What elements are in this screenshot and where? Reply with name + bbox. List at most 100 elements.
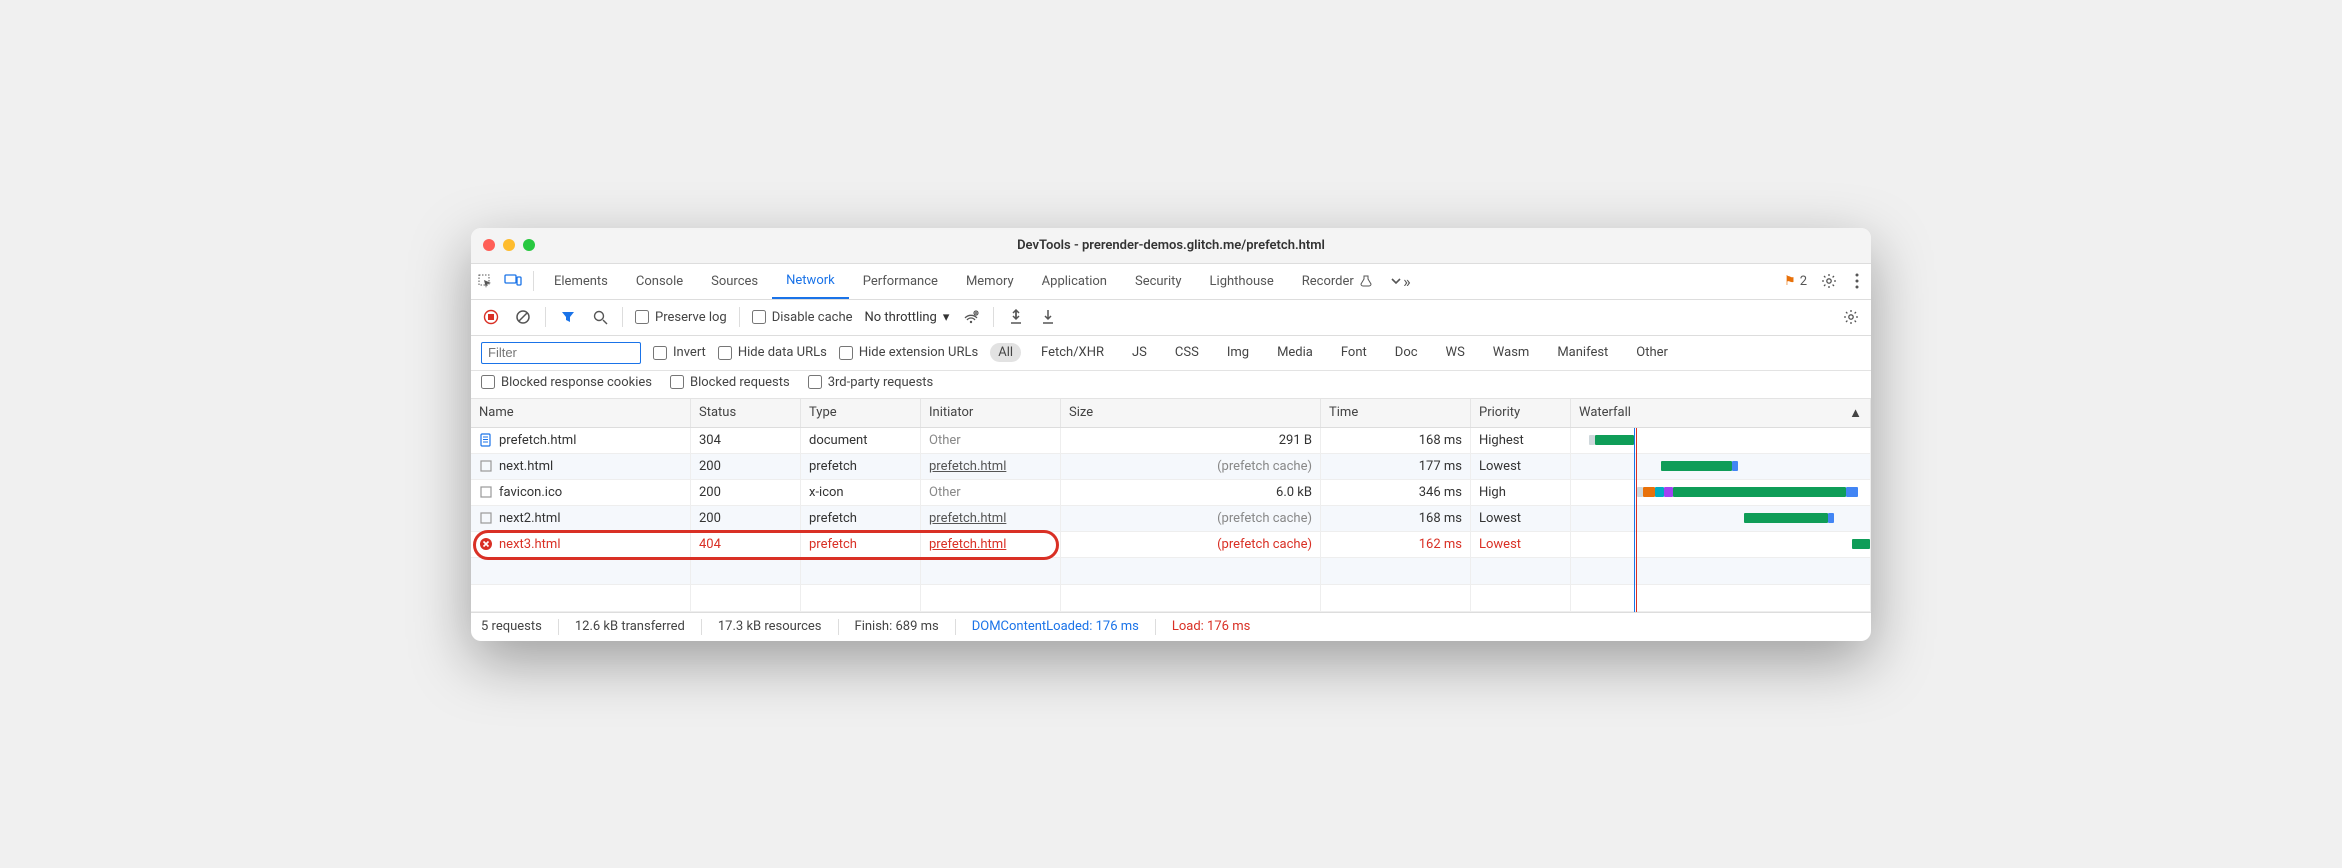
request-initiator[interactable]: prefetch.html — [921, 532, 1061, 557]
hide-data-urls-checkbox[interactable]: Hide data URLs — [718, 345, 827, 360]
blocked-requests-label: Blocked requests — [690, 375, 790, 390]
table-row[interactable]: next2.html200prefetchprefetch.html(prefe… — [471, 506, 1871, 532]
request-initiator[interactable]: prefetch.html — [921, 506, 1061, 531]
request-status: 200 — [691, 506, 801, 531]
panel-settings-icon[interactable] — [1841, 307, 1861, 327]
invert-input[interactable] — [653, 346, 667, 360]
clear-button[interactable] — [513, 307, 533, 327]
network-conditions-icon[interactable] — [961, 307, 981, 327]
type-filter-media[interactable]: Media — [1269, 343, 1321, 362]
blocked-cookies-input[interactable] — [481, 375, 495, 389]
issues-badge[interactable]: ⚑ 2 — [1784, 274, 1807, 289]
table-row[interactable]: next3.html404prefetchprefetch.html(prefe… — [471, 532, 1871, 558]
tab-lighthouse[interactable]: Lighthouse — [1196, 264, 1288, 299]
hide-data-label: Hide data URLs — [738, 345, 827, 360]
request-size: (prefetch cache) — [1061, 454, 1321, 479]
tab-console[interactable]: Console — [622, 264, 697, 299]
record-button[interactable] — [481, 307, 501, 327]
waterfall-cell — [1571, 506, 1871, 531]
request-size: (prefetch cache) — [1061, 532, 1321, 557]
tab-sources[interactable]: Sources — [697, 264, 772, 299]
table-row-empty — [471, 585, 1871, 612]
throttling-select[interactable]: No throttling ▾ — [865, 310, 950, 325]
import-har-icon[interactable] — [1038, 307, 1058, 327]
filter-input[interactable] — [481, 342, 641, 364]
request-type: prefetch — [801, 506, 921, 531]
tab-memory[interactable]: Memory — [952, 264, 1028, 299]
inspect-icon[interactable] — [471, 264, 499, 299]
type-filter-ws[interactable]: WS — [1438, 343, 1473, 362]
tab-performance[interactable]: Performance — [849, 264, 952, 299]
type-filter-wasm[interactable]: Wasm — [1485, 343, 1538, 362]
disable-cache-checkbox[interactable]: Disable cache — [752, 310, 853, 325]
export-har-icon[interactable] — [1006, 307, 1026, 327]
request-priority: Lowest — [1471, 532, 1571, 557]
table-row[interactable]: next.html200prefetchprefetch.html(prefet… — [471, 454, 1871, 480]
devtools-window: DevTools - prerender-demos.glitch.me/pre… — [471, 228, 1871, 641]
blocked-requests-checkbox[interactable]: Blocked requests — [670, 375, 790, 390]
request-initiator[interactable]: prefetch.html — [921, 454, 1061, 479]
type-filter-fetch[interactable]: Fetch/XHR — [1033, 343, 1112, 362]
request-status: 200 — [691, 480, 801, 505]
blocked-cookies-checkbox[interactable]: Blocked response cookies — [481, 375, 652, 390]
col-type[interactable]: Type — [801, 399, 921, 427]
col-time[interactable]: Time — [1321, 399, 1471, 427]
maximize-window-button[interactable] — [523, 239, 535, 251]
col-size[interactable]: Size — [1061, 399, 1321, 427]
table-row[interactable]: favicon.ico200x-iconOther6.0 kB346 msHig… — [471, 480, 1871, 506]
hide-data-input[interactable] — [718, 346, 732, 360]
tab-application[interactable]: Application — [1028, 264, 1121, 299]
request-size: 291 B — [1061, 428, 1321, 453]
type-filter-doc[interactable]: Doc — [1387, 343, 1426, 362]
type-filter-other[interactable]: Other — [1628, 343, 1676, 362]
square-icon — [479, 485, 493, 499]
third-party-input[interactable] — [808, 375, 822, 389]
hide-ext-input[interactable] — [839, 346, 853, 360]
tab-elements[interactable]: Elements — [540, 264, 622, 299]
disable-cache-input[interactable] — [752, 310, 766, 324]
tab-recorder[interactable]: Recorder — [1288, 264, 1386, 299]
col-priority[interactable]: Priority — [1471, 399, 1571, 427]
preserve-log-checkbox[interactable]: Preserve log — [635, 310, 727, 325]
close-window-button[interactable] — [483, 239, 495, 251]
col-initiator[interactable]: Initiator — [921, 399, 1061, 427]
tab-network[interactable]: Network — [772, 264, 849, 299]
request-type: prefetch — [801, 532, 921, 557]
request-name: next3.html — [499, 537, 560, 552]
blocked-cookies-label: Blocked response cookies — [501, 375, 652, 390]
minimize-window-button[interactable] — [503, 239, 515, 251]
waterfall-cell — [1571, 480, 1871, 505]
request-name: prefetch.html — [499, 433, 576, 448]
traffic-lights — [483, 239, 535, 251]
request-status: 304 — [691, 428, 801, 453]
blocked-requests-input[interactable] — [670, 375, 684, 389]
throttling-value: No throttling — [865, 310, 937, 325]
tab-recorder-label: Recorder — [1302, 274, 1354, 289]
device-toolbar-icon[interactable] — [499, 264, 527, 299]
tab-security[interactable]: Security — [1121, 264, 1196, 299]
more-tabs-icon[interactable]: » — [1386, 264, 1414, 299]
table-row[interactable]: prefetch.html304documentOther291 B168 ms… — [471, 428, 1871, 454]
type-filter-manifest[interactable]: Manifest — [1549, 343, 1616, 362]
type-filter-img[interactable]: Img — [1219, 343, 1257, 362]
type-filter-css[interactable]: CSS — [1167, 343, 1207, 362]
type-filter-font[interactable]: Font — [1333, 343, 1375, 362]
kebab-menu-icon[interactable] — [1843, 264, 1871, 299]
preserve-log-input[interactable] — [635, 310, 649, 324]
col-status[interactable]: Status — [691, 399, 801, 427]
third-party-label: 3rd-party requests — [828, 375, 934, 390]
type-filter-js[interactable]: JS — [1124, 343, 1155, 362]
filter-bar: Invert Hide data URLs Hide extension URL… — [471, 336, 1871, 371]
search-icon[interactable] — [590, 307, 610, 327]
type-filter-all[interactable]: All — [990, 343, 1021, 362]
request-priority: Lowest — [1471, 454, 1571, 479]
invert-checkbox[interactable]: Invert — [653, 345, 706, 360]
col-name[interactable]: Name — [471, 399, 691, 427]
settings-icon[interactable] — [1815, 264, 1843, 299]
third-party-checkbox[interactable]: 3rd-party requests — [808, 375, 934, 390]
status-load: Load: 176 ms — [1172, 619, 1250, 634]
filter-toggle-icon[interactable] — [558, 307, 578, 327]
doc-icon — [479, 433, 493, 447]
hide-extension-urls-checkbox[interactable]: Hide extension URLs — [839, 345, 978, 360]
col-waterfall[interactable]: Waterfall▲ — [1571, 399, 1871, 427]
